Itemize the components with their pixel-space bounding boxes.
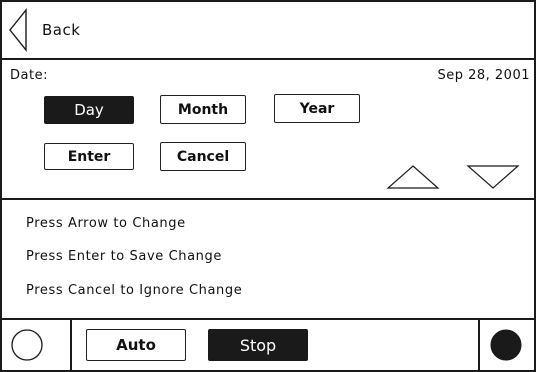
circle-filled-icon xyxy=(490,329,522,361)
month-button[interactable]: Month xyxy=(160,95,246,124)
circle-outline-icon xyxy=(11,329,43,361)
footer-bar: Auto Stop xyxy=(2,320,534,370)
header-bar: Back xyxy=(2,2,534,60)
arrow-up-button[interactable] xyxy=(386,164,440,190)
date-value: Sep 28, 2001 xyxy=(437,68,530,83)
stop-button[interactable]: Stop xyxy=(208,329,308,361)
date-label: Date: xyxy=(10,68,48,83)
enter-button[interactable]: Enter xyxy=(44,143,134,170)
device-screen: Back Date: Sep 28, 2001 Day Month Year E… xyxy=(0,0,536,372)
auto-button[interactable]: Auto xyxy=(86,329,186,361)
date-panel: Date: Sep 28, 2001 Day Month Year Enter … xyxy=(2,60,534,200)
back-button[interactable]: Back xyxy=(8,8,80,52)
day-button[interactable]: Day xyxy=(44,96,134,124)
instruction-line-3: Press Cancel to Ignore Change xyxy=(26,283,243,298)
year-button[interactable]: Year xyxy=(274,94,360,123)
left-indicator[interactable] xyxy=(10,328,44,362)
instruction-line-2: Press Enter to Save Change xyxy=(26,249,222,264)
footer-divider-left xyxy=(70,320,72,370)
instructions-panel: Press Arrow to Change Press Enter to Sav… xyxy=(2,200,534,320)
arrow-down-button[interactable] xyxy=(466,164,520,190)
cancel-button[interactable]: Cancel xyxy=(160,142,246,171)
footer-divider-right xyxy=(478,320,480,370)
right-indicator[interactable] xyxy=(489,328,523,362)
arrow-down-icon xyxy=(466,165,520,189)
arrow-up-icon xyxy=(386,165,440,189)
chevron-left-icon xyxy=(8,8,28,52)
instruction-line-1: Press Arrow to Change xyxy=(26,216,186,231)
back-label: Back xyxy=(42,21,81,39)
